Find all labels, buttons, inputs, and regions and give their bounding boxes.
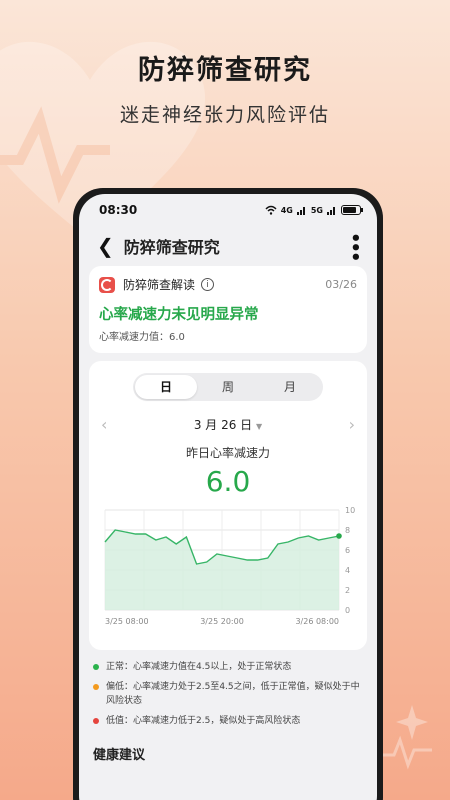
legend-item-low: 偏低：心率减速力处于2.5至4.5之间，低于正常值，疑似处于中风险状态 <box>93 680 363 708</box>
signal-icon <box>296 207 305 215</box>
risk-legend: 正常：心率减速力值在4.5以上，处于正常状态 偏低：心率减速力处于2.5至4.5… <box>79 660 377 728</box>
promo-title: 防猝筛查研究 <box>138 55 312 86</box>
y-tick-label: 2 <box>345 586 350 595</box>
chevron-left-icon[interactable]: ‹ <box>101 415 107 434</box>
sparkle-background-icon <box>382 705 432 770</box>
legend-dot-very-low <box>93 718 99 724</box>
x-tick-label: 3/26 08:00 <box>295 617 339 626</box>
phone-screen: 08:30 4G 5G ❮ 防猝筛查研究 ••• 防猝筛查解读 i 03/26 … <box>79 194 377 800</box>
status-bar: 08:30 4G 5G <box>79 194 377 226</box>
tab-month[interactable]: 月 <box>259 375 321 399</box>
wifi-icon <box>265 205 277 215</box>
y-tick-label: 10 <box>345 506 355 515</box>
tab-week[interactable]: 周 <box>197 375 259 399</box>
status-icons: 4G 5G <box>265 205 363 215</box>
legend-item-very-low: 低值：心率减速力低于2.5，疑似处于高风险状态 <box>93 714 363 728</box>
chevron-right-icon[interactable]: › <box>349 415 355 434</box>
y-tick-label: 8 <box>345 526 350 535</box>
period-segmented-control: 日 周 月 <box>133 373 323 401</box>
network-label-4g: 4G <box>280 205 293 215</box>
metric-value: 6.0 <box>205 465 251 498</box>
metric-label: 昨日心率减速力 <box>185 446 270 460</box>
legend-dot-normal <box>93 664 99 670</box>
last-data-point <box>336 533 342 539</box>
health-advice-title: 健康建议 <box>93 748 146 763</box>
legend-dot-low <box>93 684 99 690</box>
y-tick-label: 6 <box>345 546 350 555</box>
interpretation-header: 防猝筛查解读 i 03/26 <box>99 276 357 293</box>
status-time: 08:30 <box>99 203 138 217</box>
app-title: 防猝筛查研究 <box>123 238 220 257</box>
info-icon[interactable]: i <box>201 278 215 291</box>
legend-item-normal: 正常：心率减速力值在4.5以上，处于正常状态 <box>93 660 363 674</box>
x-tick-label: 3/25 08:00 <box>105 617 149 626</box>
interpretation-status: 心率减速力未见明显异常 <box>99 307 259 323</box>
date-label: 3 月 26 日 <box>193 418 253 432</box>
legend-text-normal: 正常：心率减速力值在4.5以上，处于正常状态 <box>106 662 292 672</box>
interpretation-card[interactable]: 防猝筛查解读 i 03/26 心率减速力未见明显异常 心率减速力值：6.0 <box>89 266 367 353</box>
app-bar: ❮ 防猝筛查研究 ••• <box>79 226 377 266</box>
trend-card: 日 周 月 ‹ 3 月 26 日 ▼ › 昨日心率减速力 6.0 0 2 4 6 8 10… <box>89 361 367 650</box>
interpretation-date: 03/26 <box>325 278 357 291</box>
interpretation-title: 防猝筛查解读 <box>123 278 196 292</box>
signal-icon-2 <box>327 207 335 215</box>
legend-text-low: 偏低：心率减速力处于2.5至4.5之间，低于正常值，疑似处于中风险状态 <box>106 682 360 706</box>
caret-down-icon: ▼ <box>256 422 263 431</box>
interpretation-value: 心率减速力值：6.0 <box>99 332 185 343</box>
report-icon <box>99 276 115 293</box>
x-tick-label: 3/25 20:00 <box>200 617 244 626</box>
date-picker[interactable]: 3 月 26 日 ▼ <box>194 416 262 433</box>
y-tick-label: 4 <box>345 566 350 575</box>
phone-frame: 08:30 4G 5G ❮ 防猝筛查研究 ••• 防猝筛查解读 i 03/26 … <box>73 188 383 800</box>
back-arrow-icon[interactable]: ❮ <box>97 234 114 258</box>
deceleration-trend-chart: 0 2 4 6 8 10 3/25 08:00 3/25 20:00 3/26 08:00 <box>104 506 355 626</box>
date-navigator: ‹ 3 月 26 日 ▼ › <box>99 415 357 434</box>
tab-day[interactable]: 日 <box>135 375 197 399</box>
network-label-5g: 5G <box>310 205 323 215</box>
legend-text-very-low: 低值：心率减速力低于2.5，疑似处于高风险状态 <box>106 716 301 726</box>
more-options-icon[interactable]: ••• <box>344 232 365 261</box>
y-tick-label: 0 <box>345 606 350 615</box>
battery-icon <box>341 205 363 215</box>
promo-subtitle: 迷走神经张力风险评估 <box>119 104 330 126</box>
